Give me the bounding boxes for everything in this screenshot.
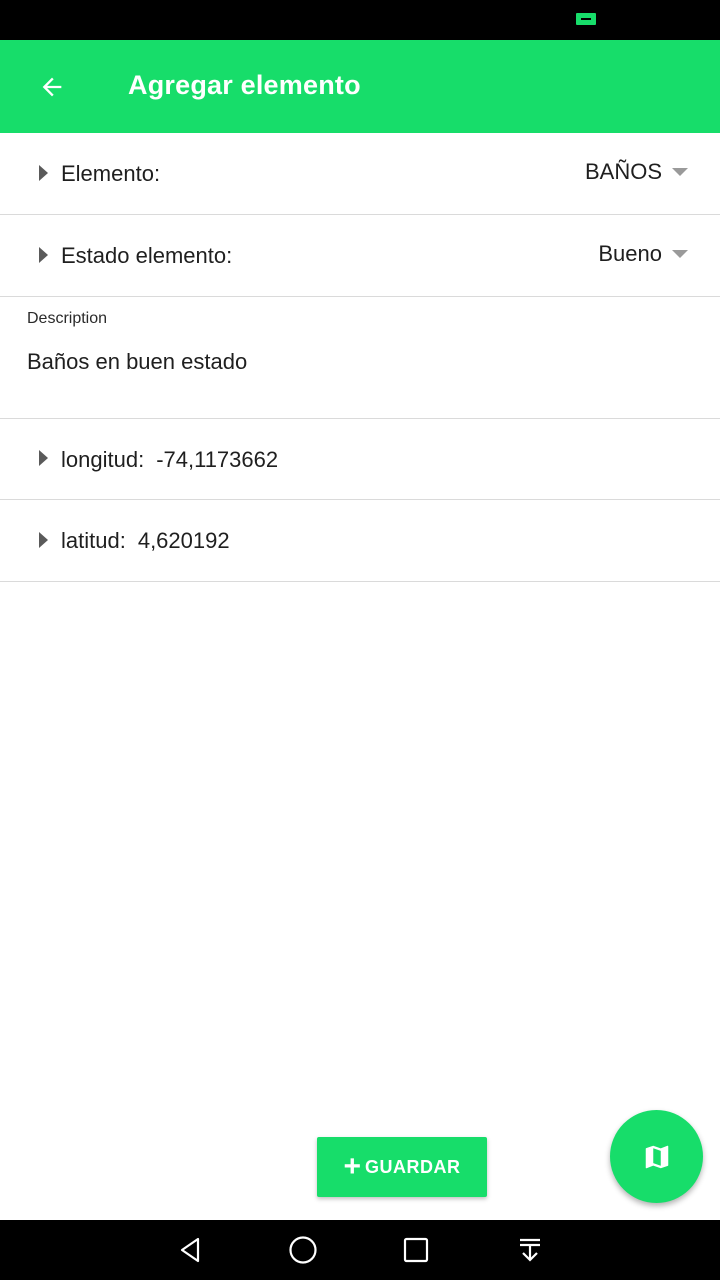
system-nav-bar [0, 1220, 720, 1280]
longitud-row[interactable]: longitud: -74,1173662 [0, 419, 720, 500]
screen: Agregar elemento Elemento: BAÑOS Estado … [0, 0, 720, 1280]
home-circle-icon [289, 1236, 317, 1264]
elemento-selected-value: BAÑOS [584, 159, 662, 184]
estado-dropdown[interactable]: Bueno [598, 241, 688, 267]
dropdown-arrow-icon [672, 168, 688, 176]
elemento-row[interactable]: Elemento: BAÑOS [0, 133, 720, 215]
arrow-left-icon [42, 77, 62, 97]
latitud-field: latitud: 4,620192 [61, 528, 230, 554]
recents-square-icon [403, 1237, 429, 1263]
save-button[interactable]: + GUARDAR [317, 1137, 487, 1197]
estado-selected-value: Bueno [598, 241, 662, 266]
status-bar [0, 0, 720, 40]
elemento-dropdown[interactable]: BAÑOS [585, 159, 688, 185]
description-input[interactable] [27, 349, 687, 375]
map-icon [645, 1145, 668, 1168]
description-row: Description [0, 297, 720, 419]
description-label: Description [27, 310, 108, 327]
nav-back-button[interactable] [170, 1230, 210, 1270]
latitud-row[interactable]: latitud: 4,620192 [0, 500, 720, 582]
caret-right-icon [39, 165, 48, 181]
longitud-field: longitud: -74,1173662 [61, 447, 278, 473]
estado-row[interactable]: Estado elemento: Bueno [0, 215, 720, 297]
caret-right-icon [39, 532, 48, 548]
save-button-label: GUARDAR [365, 1156, 461, 1177]
back-triangle-icon [180, 1237, 200, 1263]
page-title: Agregar elemento [128, 70, 361, 100]
nav-home-button[interactable] [283, 1230, 323, 1270]
app-bar: Agregar elemento [0, 40, 720, 133]
latitud-label: latitud: [61, 528, 126, 553]
plus-icon: + [343, 1150, 362, 1183]
notifications-pull-icon [520, 1238, 540, 1262]
back-button[interactable] [24, 62, 80, 112]
dropdown-arrow-icon [672, 250, 688, 258]
caret-right-icon [39, 247, 48, 263]
latitud-value: 4,620192 [137, 528, 230, 553]
estado-label: Estado elemento: [61, 243, 233, 268]
map-fab-button[interactable] [610, 1110, 703, 1203]
longitud-label: longitud: [61, 447, 145, 472]
caret-right-icon [39, 450, 48, 466]
nav-notifications-button[interactable] [510, 1230, 550, 1270]
battery-icon [576, 13, 596, 25]
elemento-label: Elemento: [61, 161, 161, 186]
nav-recents-button[interactable] [396, 1230, 436, 1270]
longitud-value: -74,1173662 [156, 447, 279, 472]
